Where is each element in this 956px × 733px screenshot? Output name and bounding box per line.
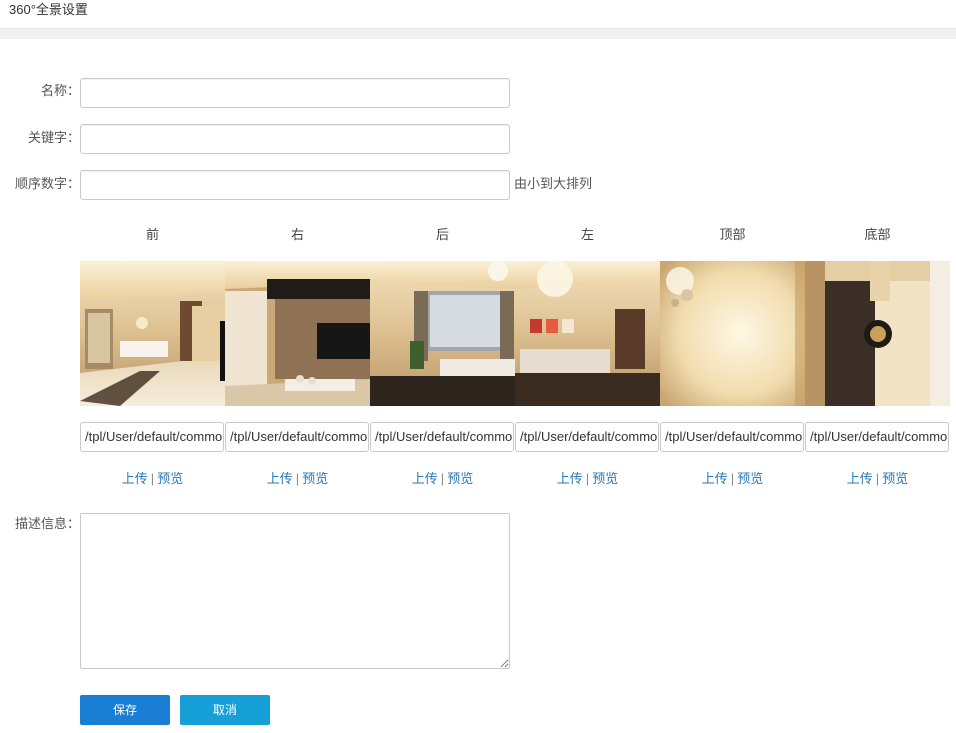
upload-link-right[interactable]: 上传 [267,471,293,486]
order-input[interactable] [80,170,510,200]
face-path-input-left[interactable]: /tpl/User/default/common/ [515,422,659,452]
face-label-right: 右 [290,227,304,242]
link-separator: | [875,471,880,486]
face-label-top: 顶部 [719,227,746,242]
save-button[interactable]: 保存 [80,695,170,725]
face-label-left: 左 [580,227,594,242]
upload-link-left[interactable]: 上传 [557,471,583,486]
face-path-input-bottom[interactable]: /tpl/User/default/common/ [805,422,949,452]
face-path-input-front[interactable]: /tpl/User/default/common/ [80,422,224,452]
cancel-button[interactable]: 取消 [180,695,270,725]
face-label-bottom: 底部 [864,227,891,242]
face-label-back: 后 [435,227,449,242]
panorama-top-image [660,261,805,406]
keyword-input[interactable] [80,124,510,154]
panorama-bottom-image [805,261,950,406]
upload-link-top[interactable]: 上传 [702,471,728,486]
order-label: 顺序数字： [14,176,80,191]
face-path-input-right[interactable]: /tpl/User/default/common/ [225,422,369,452]
panorama-left-image [515,261,660,406]
name-input[interactable] [80,78,510,108]
face-label-front: 前 [145,227,159,242]
face-actions-bottom: 上传 | 预览 [805,471,950,487]
link-separator: | [440,471,445,486]
upload-link-bottom[interactable]: 上传 [847,471,873,486]
face-actions-right: 上传 | 预览 [225,471,370,487]
page-title: 360°全景设置 [9,2,88,17]
preview-link-left[interactable]: 预览 [592,471,618,486]
description-label: 描述信息： [14,516,80,531]
face-actions-top: 上传 | 预览 [660,471,805,487]
upload-link-back[interactable]: 上传 [412,471,438,486]
order-hint: 由小到大排列 [514,176,593,191]
name-label: 名称： [40,83,80,98]
header-divider [0,28,956,39]
page-header: 360°全景设置 [0,0,956,28]
panorama-preview-strip [80,261,950,406]
description-textarea[interactable] [80,513,510,669]
panorama-right-image [225,261,377,406]
panorama-back-image [370,261,515,406]
panorama-front-image [80,261,225,406]
upload-link-front[interactable]: 上传 [122,471,148,486]
preview-link-back[interactable]: 预览 [447,471,473,486]
preview-link-front[interactable]: 预览 [157,471,183,486]
preview-link-bottom[interactable]: 预览 [882,471,908,486]
face-path-input-top[interactable]: /tpl/User/default/common/ [660,422,804,452]
face-actions-left: 上传 | 预览 [515,471,660,487]
preview-link-right[interactable]: 预览 [302,471,328,486]
preview-link-top[interactable]: 预览 [737,471,763,486]
keyword-label: 关键字： [27,130,80,145]
face-path-input-back[interactable]: /tpl/User/default/common/ [370,422,514,452]
link-separator: | [150,471,155,486]
link-separator: | [585,471,590,486]
face-actions-back: 上传 | 预览 [370,471,515,487]
face-actions-front: 上传 | 预览 [80,471,225,487]
link-separator: | [730,471,735,486]
link-separator: | [295,471,300,486]
